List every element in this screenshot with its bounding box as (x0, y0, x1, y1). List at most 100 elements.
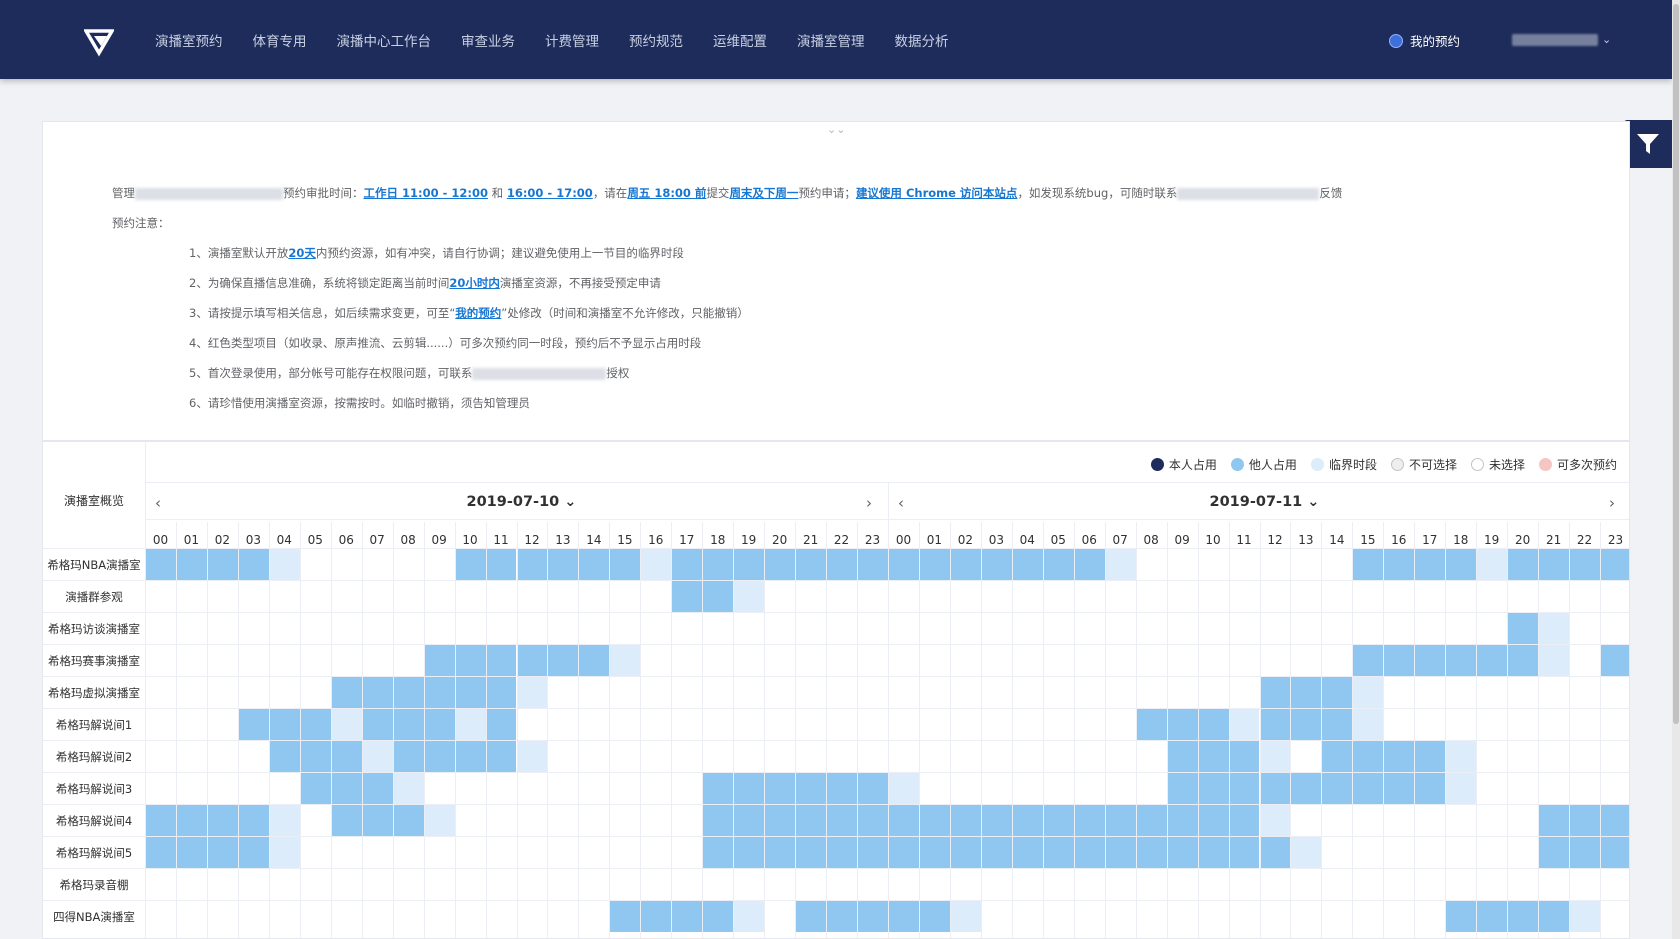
slot-cell[interactable] (734, 645, 764, 676)
slot-cell[interactable] (208, 613, 238, 644)
slot-cell[interactable] (734, 869, 764, 900)
slot-cell[interactable] (177, 741, 207, 772)
slot-cell[interactable] (1198, 741, 1229, 772)
slot-cell[interactable] (858, 901, 888, 932)
slot-cell[interactable] (1601, 901, 1629, 932)
filter-button[interactable] (1624, 120, 1672, 168)
slot-cell[interactable] (765, 773, 796, 804)
slot-cell[interactable] (610, 581, 640, 612)
slot-cell[interactable] (1137, 645, 1167, 676)
slot-cell[interactable] (362, 677, 393, 708)
slot-cell[interactable] (610, 837, 640, 868)
slot-cell[interactable] (610, 677, 640, 708)
slot-cell[interactable] (1137, 677, 1167, 708)
slot-cell[interactable] (1415, 709, 1445, 740)
slot-cell[interactable] (920, 645, 950, 676)
slot-cell[interactable] (1044, 645, 1074, 676)
slot-cell[interactable] (1601, 837, 1629, 868)
slot-cell[interactable] (796, 613, 826, 644)
slot-cell[interactable] (610, 613, 640, 644)
scrollbar-thumb[interactable] (1673, 4, 1679, 724)
slot-cell[interactable] (1013, 741, 1043, 772)
slot-cell[interactable] (1229, 741, 1260, 772)
slot-cell[interactable] (1075, 677, 1105, 708)
slot-cell[interactable] (641, 709, 671, 740)
slot-cell[interactable] (270, 869, 300, 900)
slot-cell[interactable] (1291, 773, 1322, 804)
slot-cell[interactable] (1168, 645, 1198, 676)
slot-cell[interactable] (146, 869, 176, 900)
slot-cell[interactable] (858, 805, 888, 836)
slot-cell[interactable] (672, 677, 702, 708)
slot-cell[interactable] (1384, 773, 1415, 804)
nav-item-8[interactable]: 数据分析 (895, 30, 949, 50)
slot-cell[interactable] (146, 581, 176, 612)
slot-cell[interactable] (981, 549, 1012, 580)
slot-cell[interactable] (1477, 549, 1508, 580)
slot-cell[interactable] (1199, 645, 1229, 676)
prev-day-button[interactable]: ‹ (898, 494, 904, 512)
slot-cell[interactable] (1230, 677, 1260, 708)
slot-cell[interactable] (889, 549, 919, 580)
slot-cell[interactable] (1260, 741, 1291, 772)
slot-cell[interactable] (518, 869, 548, 900)
slot-cell[interactable] (1291, 741, 1321, 772)
slot-cell[interactable] (1601, 869, 1629, 900)
slot-cell[interactable] (1106, 901, 1136, 932)
slot-cell[interactable] (765, 645, 795, 676)
slot-cell[interactable] (518, 709, 548, 740)
slot-cell[interactable] (1570, 869, 1600, 900)
slot-cell[interactable] (703, 869, 733, 900)
slot-cell[interactable] (1601, 645, 1629, 676)
slot-cell[interactable] (1261, 869, 1291, 900)
slot-cell[interactable] (1446, 645, 1477, 676)
slot-cell[interactable] (1075, 581, 1105, 612)
slot-cell[interactable] (920, 613, 950, 644)
slot-cell[interactable] (1043, 549, 1074, 580)
slot-cell[interactable] (301, 869, 331, 900)
slot-cell[interactable] (1570, 581, 1600, 612)
slot-cell[interactable] (796, 805, 827, 836)
notice-item-link[interactable]: 20天 (288, 246, 316, 260)
slot-cell[interactable] (424, 805, 455, 836)
slot-cell[interactable] (1260, 677, 1291, 708)
slot-cell[interactable] (1261, 613, 1291, 644)
slot-cell[interactable] (177, 581, 207, 612)
slot-cell[interactable] (920, 773, 950, 804)
slot-cell[interactable] (487, 773, 517, 804)
slot-cell[interactable] (1539, 741, 1569, 772)
nav-item-6[interactable]: 运维配置 (713, 30, 767, 50)
slot-cell[interactable] (827, 709, 857, 740)
slot-cell[interactable] (487, 869, 517, 900)
slot-cell[interactable] (363, 613, 393, 644)
slot-cell[interactable] (765, 677, 795, 708)
slot-cell[interactable] (394, 581, 424, 612)
slot-cell[interactable] (858, 773, 888, 804)
slot-cell[interactable] (425, 901, 455, 932)
slot-cell[interactable] (239, 901, 269, 932)
slot-cell[interactable] (456, 805, 486, 836)
slot-cell[interactable] (672, 837, 702, 868)
slot-cell[interactable] (1137, 869, 1167, 900)
slot-cell[interactable] (146, 709, 176, 740)
slot-cell[interactable] (734, 837, 765, 868)
date-picker-0[interactable]: 2019-07-10 ⌄ (467, 494, 577, 510)
slot-cell[interactable] (951, 677, 981, 708)
slot-cell[interactable] (1291, 805, 1321, 836)
slot-cell[interactable] (1508, 805, 1538, 836)
slot-cell[interactable] (1570, 741, 1600, 772)
slot-cell[interactable] (1539, 581, 1569, 612)
slot-cell[interactable] (1168, 581, 1198, 612)
slot-cell[interactable] (207, 805, 238, 836)
slot-cell[interactable] (1446, 869, 1476, 900)
slot-cell[interactable] (301, 805, 331, 836)
slot-cell[interactable] (889, 677, 919, 708)
slot-cell[interactable] (1446, 709, 1476, 740)
slot-cell[interactable] (146, 677, 176, 708)
slot-cell[interactable] (734, 613, 764, 644)
deadline-link[interactable]: 周五 18:00 前 (627, 186, 706, 200)
slot-cell[interactable] (270, 645, 300, 676)
slot-cell[interactable] (1539, 549, 1570, 580)
slot-cell[interactable] (269, 741, 300, 772)
slot-cell[interactable] (1353, 677, 1384, 708)
